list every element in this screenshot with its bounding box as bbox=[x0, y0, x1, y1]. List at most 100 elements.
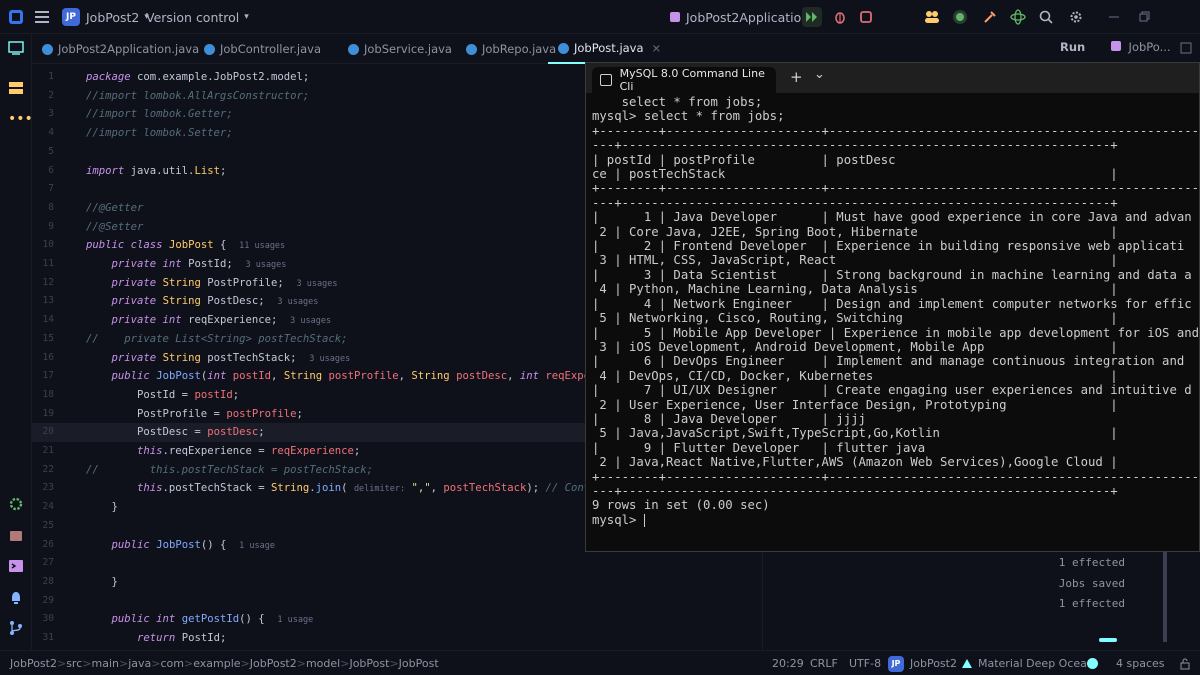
project-switcher[interactable]: JP JobPost2 ▾ bbox=[62, 0, 149, 34]
breadcrumb-item[interactable]: main bbox=[91, 657, 118, 670]
code-line[interactable]: 15 // private List<String> postTechStack; bbox=[32, 330, 585, 349]
code-line[interactable]: 12 private String PostProfile; 3 usages bbox=[32, 274, 585, 293]
stop-icon[interactable] bbox=[856, 7, 876, 27]
code-line[interactable]: 30 public int getPostId() { 1 usage bbox=[32, 610, 585, 629]
circle-icon[interactable] bbox=[950, 7, 970, 27]
code-text[interactable]: } bbox=[86, 573, 118, 592]
code-line[interactable]: 13 private String PostDesc; 3 usages bbox=[32, 292, 585, 311]
code-text[interactable]: private String postTechStack; 3 usages bbox=[86, 349, 351, 369]
code-text[interactable]: public int getPostId() { 1 usage bbox=[86, 610, 314, 630]
code-line[interactable]: 8 //@Getter bbox=[32, 199, 585, 218]
file-encoding[interactable]: UTF-8 bbox=[849, 651, 881, 675]
run-icon[interactable] bbox=[802, 7, 822, 27]
breadcrumb-item[interactable]: example bbox=[193, 657, 240, 670]
code-text[interactable]: //@Getter bbox=[86, 199, 143, 218]
code-line[interactable]: 24 } bbox=[32, 498, 585, 517]
code-editor[interactable]: 1 package com.example.JobPost2.model; 2 //i… bbox=[32, 64, 585, 650]
code-line[interactable]: 21 this.reqExperience = reqExperience; bbox=[32, 442, 585, 461]
breadcrumb-item[interactable]: model bbox=[306, 657, 340, 670]
code-text[interactable]: PostProfile = postProfile; bbox=[86, 405, 303, 424]
indent-setting[interactable]: 4 spaces bbox=[1116, 651, 1165, 675]
gear-icon[interactable] bbox=[1066, 7, 1086, 27]
terminal-icon[interactable] bbox=[8, 558, 24, 574]
vcs-menu[interactable]: Version control ▾ bbox=[146, 0, 249, 34]
code-line[interactable]: 14 private int reqExperience; 3 usages bbox=[32, 311, 585, 330]
breadcrumb-item[interactable]: JobPost2 bbox=[10, 657, 57, 670]
code-text[interactable]: return PostId; bbox=[86, 629, 226, 648]
code-line[interactable]: 11 private int PostId; 3 usages bbox=[32, 255, 585, 274]
collab-icon[interactable] bbox=[922, 7, 942, 27]
code-text[interactable]: // this.postTechStack = postTechStack; bbox=[86, 461, 373, 480]
code-line[interactable]: 16 private String postTechStack; 3 usage… bbox=[32, 349, 585, 368]
code-text[interactable]: public class JobPost { 11 usages bbox=[86, 236, 285, 256]
code-text[interactable]: public JobPost() { 1 usage bbox=[86, 536, 275, 556]
code-text[interactable]: PostDesc = postDesc; bbox=[86, 423, 265, 442]
status-circle-icon[interactable] bbox=[1087, 651, 1098, 675]
code-text[interactable]: import java.util.List; bbox=[86, 162, 226, 181]
scroll-thumb[interactable] bbox=[1099, 638, 1117, 642]
breadcrumb-item[interactable]: com bbox=[160, 657, 184, 670]
tab-jobpost[interactable]: JobPost.java × bbox=[548, 34, 672, 64]
code-line[interactable]: 28 } bbox=[32, 573, 585, 592]
breadcrumb-item[interactable]: JobPost bbox=[399, 657, 439, 670]
search-icon[interactable] bbox=[1036, 7, 1056, 27]
code-line[interactable]: 29 bbox=[32, 592, 585, 611]
code-text[interactable]: this.reqExperience = reqExperience; bbox=[86, 442, 360, 461]
code-line[interactable]: 19 PostProfile = postProfile; bbox=[32, 405, 585, 424]
more-tools-icon[interactable]: ••• bbox=[8, 112, 33, 130]
code-text[interactable]: private String PostProfile; 3 usages bbox=[86, 274, 338, 294]
code-line[interactable]: 27 bbox=[32, 554, 585, 573]
breadcrumb-item[interactable]: src bbox=[66, 657, 82, 670]
terminal-output[interactable]: select * from jobs; mysql> select * from … bbox=[592, 95, 1199, 551]
git-icon[interactable] bbox=[8, 620, 24, 636]
tools-icon[interactable] bbox=[980, 7, 1000, 27]
database-icon[interactable] bbox=[8, 528, 24, 544]
code-line[interactable]: 18 PostId = postId; bbox=[32, 386, 585, 405]
code-text[interactable]: } bbox=[86, 498, 118, 517]
code-line[interactable]: 9 //@Setter bbox=[32, 218, 585, 237]
structure-icon[interactable] bbox=[8, 80, 24, 96]
code-text[interactable]: // private List<String> postTechStack; bbox=[86, 330, 348, 349]
scrollbar[interactable] bbox=[1163, 550, 1167, 642]
code-text[interactable]: package com.example.JobPost2.model; bbox=[86, 68, 309, 87]
line-ending[interactable]: CRLF bbox=[810, 651, 838, 675]
code-line[interactable]: 23 this.postTechStack = String.join( del… bbox=[32, 479, 585, 498]
breadcrumb-item[interactable]: java bbox=[128, 657, 151, 670]
code-text[interactable]: //import lombok.Getter; bbox=[86, 105, 233, 124]
code-line[interactable]: 4 //import lombok.Setter; bbox=[32, 124, 585, 143]
code-line[interactable]: 31 return PostId; bbox=[32, 629, 585, 648]
code-line[interactable]: 10 public class JobPost { 11 usages bbox=[32, 236, 585, 255]
breadcrumb-item[interactable]: JobPost2 bbox=[250, 657, 297, 670]
app-logo-icon[interactable] bbox=[6, 7, 26, 27]
ai-icon[interactable] bbox=[1008, 7, 1028, 27]
restore-icon[interactable] bbox=[1134, 7, 1154, 27]
code-line[interactable]: 25 bbox=[32, 517, 585, 536]
more-icon[interactable] bbox=[1180, 42, 1192, 57]
code-line[interactable]: 3 //import lombok.Getter; bbox=[32, 105, 585, 124]
code-text[interactable]: private int PostId; 3 usages bbox=[86, 255, 287, 275]
code-text[interactable]: private String PostDesc; 3 usages bbox=[86, 292, 319, 312]
code-text[interactable]: //import lombok.AllArgsConstructor; bbox=[86, 87, 309, 106]
tab-jobcontroller[interactable]: JobController.java bbox=[204, 34, 321, 64]
code-line[interactable]: 7 bbox=[32, 180, 585, 199]
debug-icon[interactable] bbox=[830, 7, 850, 27]
minimize-icon[interactable] bbox=[1104, 7, 1124, 27]
run-config-selector[interactable]: JobPost2Application ▾ bbox=[670, 0, 819, 34]
breadcrumb-item[interactable]: JobPost bbox=[349, 657, 389, 670]
code-text[interactable]: PostId = postId; bbox=[86, 386, 239, 405]
code-line[interactable]: 5 bbox=[32, 143, 585, 162]
project-view-icon[interactable] bbox=[8, 40, 24, 56]
tab-jobrepo[interactable]: JobRepo.java bbox=[466, 34, 556, 64]
code-line[interactable]: 22 // this.postTechStack = postTechStack; bbox=[32, 461, 585, 480]
code-line[interactable]: 2 //import lombok.AllArgsConstructor; bbox=[32, 87, 585, 106]
problems-icon[interactable] bbox=[8, 590, 24, 606]
code-line[interactable]: 6 import java.util.List; bbox=[32, 162, 585, 181]
terminal-tab[interactable]: MySQL 8.0 Command Line Cli bbox=[592, 67, 776, 93]
caret-position[interactable]: 20:29 bbox=[772, 651, 804, 675]
code-text[interactable]: this.postTechStack = String.join( delimi… bbox=[86, 479, 585, 499]
lock-icon[interactable] bbox=[1180, 651, 1190, 675]
tab-jobpost2application[interactable]: JobPost2Application.java bbox=[42, 34, 199, 64]
code-text[interactable]: //@Setter bbox=[86, 218, 143, 237]
code-text[interactable]: private int reqExperience; 3 usages bbox=[86, 311, 332, 331]
new-tab-button[interactable]: + bbox=[790, 68, 803, 86]
